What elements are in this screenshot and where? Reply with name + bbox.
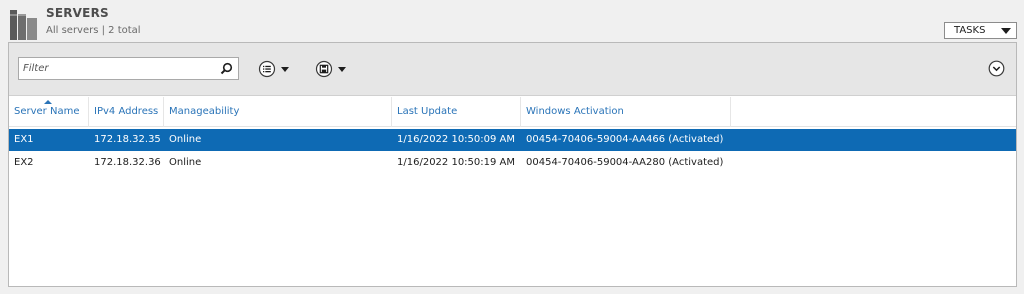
last-update-cell: 1/16/2022 10:50:19 AM: [397, 157, 516, 168]
dropdown-arrow-icon: [281, 67, 289, 72]
manageability-cell: Online: [169, 157, 202, 168]
table-row[interactable]: EX1 172.18.32.35 Online 1/16/2022 10:50:…: [9, 129, 1016, 151]
windows-activation-cell: 00454-70406-59004-AA466 (Activated): [526, 134, 724, 145]
filter-box: [18, 57, 239, 80]
ipv4-cell: 172.18.32.35: [94, 134, 161, 145]
column-header-server-name[interactable]: Server Name: [9, 97, 89, 127]
list-options-icon: [258, 60, 276, 78]
server-tile-icon: [10, 10, 37, 40]
column-header-windows-activation[interactable]: Windows Activation: [521, 97, 731, 127]
server-name-cell: EX2: [14, 157, 34, 168]
tasks-label: TASKS: [954, 25, 986, 36]
column-header-manageability[interactable]: Manageability: [164, 97, 392, 127]
column-label: IPv4 Address: [94, 106, 159, 117]
column-header-last-update[interactable]: Last Update: [392, 97, 521, 127]
save-query-button[interactable]: [315, 60, 357, 78]
dropdown-arrow-icon: [338, 67, 346, 72]
chevron-down-icon[interactable]: [988, 60, 1005, 77]
table-row[interactable]: EX2 172.18.32.36 Online 1/16/2022 10:50:…: [9, 152, 1016, 174]
dropdown-arrow-icon: [1001, 28, 1011, 34]
filter-toolbar: [9, 43, 1016, 96]
column-label: Server Name: [14, 106, 80, 117]
page-title: SERVERS: [46, 6, 109, 20]
column-label: Manageability: [169, 106, 240, 117]
column-label: Windows Activation: [526, 106, 624, 117]
servers-panel: Server Name IPv4 Address Manageability L…: [8, 42, 1017, 287]
server-count-subtitle: All servers | 2 total: [46, 25, 141, 36]
manageability-cell: Online: [169, 134, 202, 145]
sort-ascending-icon: [44, 100, 52, 104]
column-label: Last Update: [397, 106, 458, 117]
column-header-ipv4-address[interactable]: IPv4 Address: [89, 97, 164, 127]
filter-input[interactable]: [19, 58, 209, 79]
save-icon: [315, 60, 333, 78]
server-name-cell: EX1: [14, 134, 34, 145]
windows-activation-cell: 00454-70406-59004-AA280 (Activated): [526, 157, 724, 168]
ipv4-cell: 172.18.32.36: [94, 157, 161, 168]
search-icon[interactable]: [220, 62, 233, 75]
last-update-cell: 1/16/2022 10:50:09 AM: [397, 134, 516, 145]
servers-table: Server Name IPv4 Address Manageability L…: [9, 97, 1016, 174]
tasks-button[interactable]: TASKS: [944, 22, 1017, 39]
table-header: Server Name IPv4 Address Manageability L…: [9, 97, 1016, 127]
servers-header: SERVERS All servers | 2 total TASKS: [0, 0, 1024, 42]
query-options-button[interactable]: [258, 60, 300, 78]
